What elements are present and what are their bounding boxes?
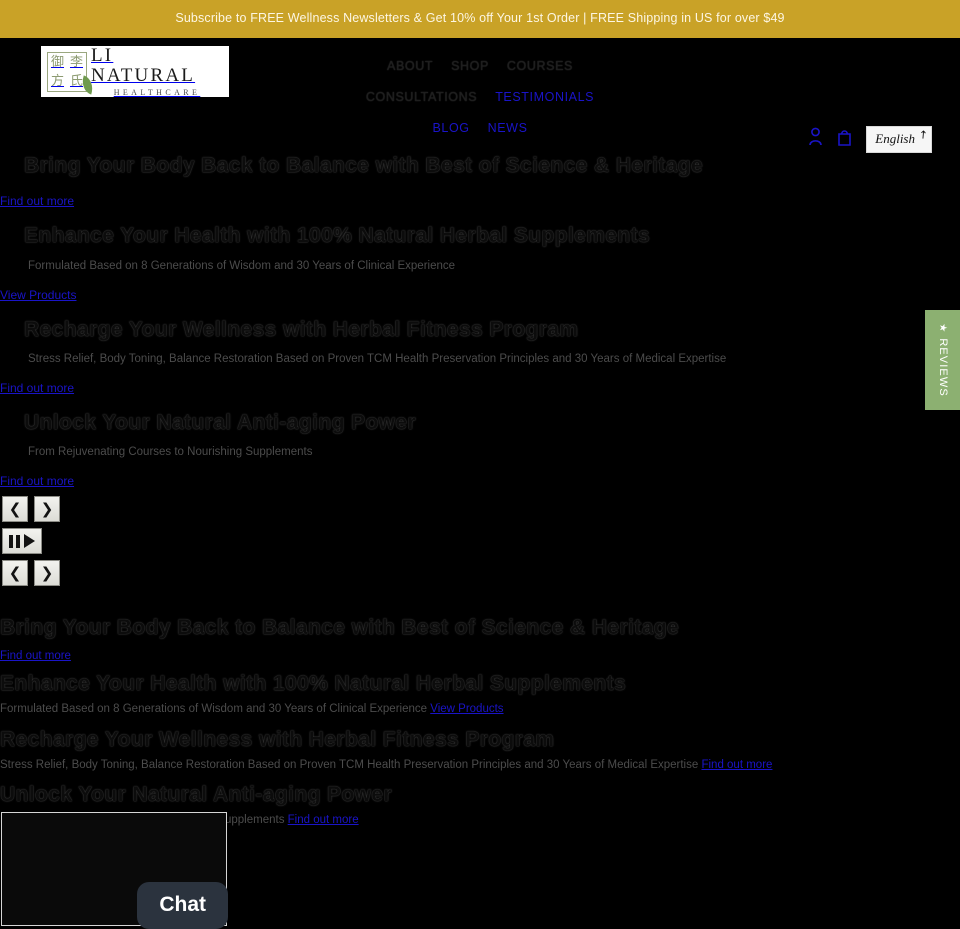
carousel-pause-play-button[interactable] <box>2 528 42 555</box>
logo-tagline: HEALTHCARE <box>113 88 201 98</box>
reviews-tab[interactable]: ★ REVIEWS <box>925 310 960 410</box>
flow-heading-1: Bring Your Body Back to Balance with Bes… <box>0 616 680 640</box>
carousel-arrow-row-top: ❮ ❯ <box>2 496 960 523</box>
chevron-icon: ↗ <box>915 127 931 143</box>
nav-item-courses[interactable]: COURSES <box>507 59 573 73</box>
play-icon <box>24 534 35 549</box>
announcement-bar: Subscribe to FREE Wellness Newsletters &… <box>0 0 960 38</box>
flow-cta-4[interactable]: Find out more <box>288 814 359 826</box>
flow-paragraph-3: Stress Relief, Body Toning, Balance Rest… <box>0 752 960 774</box>
account-icon[interactable] <box>808 127 823 151</box>
star-icon: ★ <box>937 323 949 334</box>
slide-subtitle: Formulated Based on 8 Generations of Wis… <box>28 259 456 272</box>
chat-widget-frame: Chat <box>1 812 228 929</box>
slide-subtitle: From Rejuvenating Courses to Nourishing … <box>28 446 313 459</box>
hero-slide-4: Unlock Your Natural Anti-aging Power Fro… <box>0 395 960 488</box>
nav-item-blog[interactable]: BLOG <box>432 121 469 135</box>
flow-subtitle-3: Stress Relief, Body Toning, Balance Rest… <box>0 758 699 771</box>
reviews-tab-label: REVIEWS <box>936 338 949 397</box>
seal-char-4: 氏 <box>69 73 83 89</box>
flow-cta-2[interactable]: View Products <box>430 703 503 715</box>
carousel-next-button[interactable]: ❯ <box>34 496 60 523</box>
flow-subtitle-2: Formulated Based on 8 Generations of Wis… <box>0 703 428 716</box>
announcement-text: Subscribe to FREE Wellness Newsletters &… <box>175 11 785 25</box>
flow-heading-2: Enhance Your Health with 100% Natural He… <box>0 672 627 696</box>
slide-cta-link[interactable]: View Products <box>0 274 960 302</box>
header-actions: English ↗ <box>808 126 932 153</box>
hero-slide-2: Enhance Your Health with 100% Natural He… <box>0 208 960 301</box>
logo-brand: LI NATURAL <box>91 44 196 86</box>
language-label: English <box>875 131 915 146</box>
nav-item-testimonials[interactable]: TESTIMONIALS <box>495 90 594 104</box>
carousel-next-button-secondary[interactable]: ❯ <box>34 560 60 587</box>
flow-heading-4: Unlock Your Natural Anti-aging Power <box>0 783 393 807</box>
chinese-seal-icon: 御 李 方 氏 <box>47 51 97 95</box>
pause-icon <box>9 534 20 548</box>
seal-char-3: 方 <box>50 73 64 89</box>
slide-heading: Recharge Your Wellness with Herbal Fitne… <box>24 317 579 341</box>
carousel-controls: ❮ ❯ ❮ ❯ <box>0 488 960 587</box>
hero-carousel: Bring Your Body Back to Balance with Bes… <box>0 138 960 488</box>
nav-item-shop[interactable]: SHOP <box>451 59 489 73</box>
seal-char-1: 御 <box>50 54 64 70</box>
carousel-previous-button[interactable]: ❮ <box>2 496 28 523</box>
chat-button[interactable]: Chat <box>137 882 228 929</box>
flow-heading-3: Recharge Your Wellness with Herbal Fitne… <box>0 727 555 751</box>
slide-content-flow: Bring Your Body Back to Balance with Bes… <box>0 592 960 829</box>
nav-item-about[interactable]: ABOUT <box>387 59 433 73</box>
reviews-tab-inner: ★ REVIEWS <box>937 323 949 397</box>
slide-cta-link[interactable]: Find out more <box>0 460 960 488</box>
site-header: 御 李 方 氏 LI NATURAL HEALTHCARE ABOUT SHOP C… <box>0 38 960 153</box>
site-logo[interactable]: 御 李 方 氏 LI NATURAL HEALTHCARE <box>41 44 229 98</box>
flow-cta-1[interactable]: Find out more <box>0 640 960 662</box>
flow-paragraph-2: Formulated Based on 8 Generations of Wis… <box>0 696 960 718</box>
flow-cta-3[interactable]: Find out more <box>701 759 772 771</box>
carousel-arrow-row-bottom: ❮ ❯ <box>2 560 960 587</box>
slide-heading: Enhance Your Health with 100% Natural He… <box>24 224 651 248</box>
main-navigation: ABOUT SHOP COURSES CONSULTATIONS TESTIMONIA… <box>315 38 645 144</box>
seal-char-2: 李 <box>69 54 83 70</box>
slide-cta-link[interactable]: Find out more <box>0 367 960 395</box>
slide-cta-link[interactable]: Find out more <box>0 180 960 208</box>
carousel-playback-row <box>2 528 960 555</box>
carousel-previous-button-secondary[interactable]: ❮ <box>2 560 28 587</box>
language-selector[interactable]: English ↗ <box>866 126 932 153</box>
shopping-bag-icon[interactable] <box>837 127 852 151</box>
slide-heading: Unlock Your Natural Anti-aging Power <box>24 410 417 434</box>
nav-item-consultations[interactable]: CONSULTATIONS <box>366 90 477 104</box>
logo-wordmark: LI NATURAL HEALTHCARE <box>91 44 223 98</box>
nav-item-news[interactable]: NEWS <box>488 121 528 135</box>
slide-subtitle: Stress Relief, Body Toning, Balance Rest… <box>28 352 727 365</box>
hero-slide-3: Recharge Your Wellness with Herbal Fitne… <box>0 302 960 395</box>
